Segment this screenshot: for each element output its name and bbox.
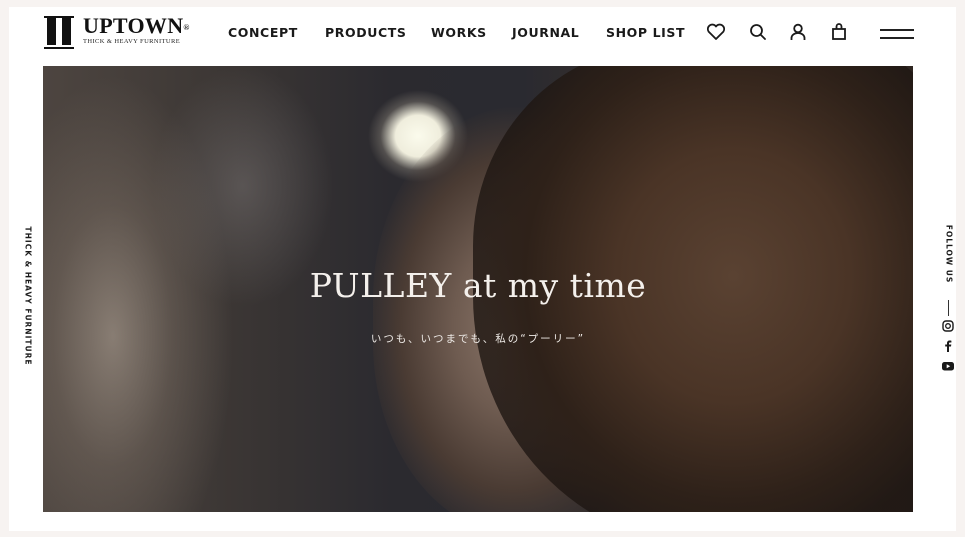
logo-mark-icon [44, 16, 74, 49]
nav-shop-list[interactable]: SHOP LIST [606, 25, 685, 40]
side-tagline: THICK & HEAVY FURNITURE [23, 226, 33, 366]
hero-video[interactable]: PULLEY at my time いつも、いつまでも、私の“プーリー” [43, 66, 913, 512]
hero-subtitle: いつも、いつまでも、私の“プーリー” [370, 333, 586, 345]
menu-icon[interactable] [880, 27, 914, 41]
user-icon[interactable] [788, 22, 808, 42]
facebook-icon[interactable] [941, 339, 955, 353]
logo[interactable]: UPTOWN® THICK & HEAVY FURNITURE [44, 13, 190, 49]
brand-tagline: THICK & HEAVY FURNITURE [83, 38, 181, 45]
hero-title: PULLEY at my time [309, 266, 647, 305]
search-icon[interactable] [748, 22, 768, 42]
follow-us-label: FOLLOW US [944, 224, 954, 284]
nav-concept[interactable]: CONCEPT [228, 25, 298, 40]
brand-name: UPTOWN® [83, 13, 190, 38]
youtube-icon[interactable] [941, 359, 955, 373]
shopping-bag-icon[interactable] [829, 22, 849, 42]
nav-products[interactable]: PRODUCTS [325, 25, 406, 40]
nav-journal[interactable]: JOURNAL [512, 25, 579, 40]
instagram-icon[interactable] [941, 319, 955, 333]
heart-icon[interactable] [706, 22, 726, 42]
nav-works[interactable]: WORKS [431, 25, 487, 40]
follow-divider [948, 300, 949, 316]
